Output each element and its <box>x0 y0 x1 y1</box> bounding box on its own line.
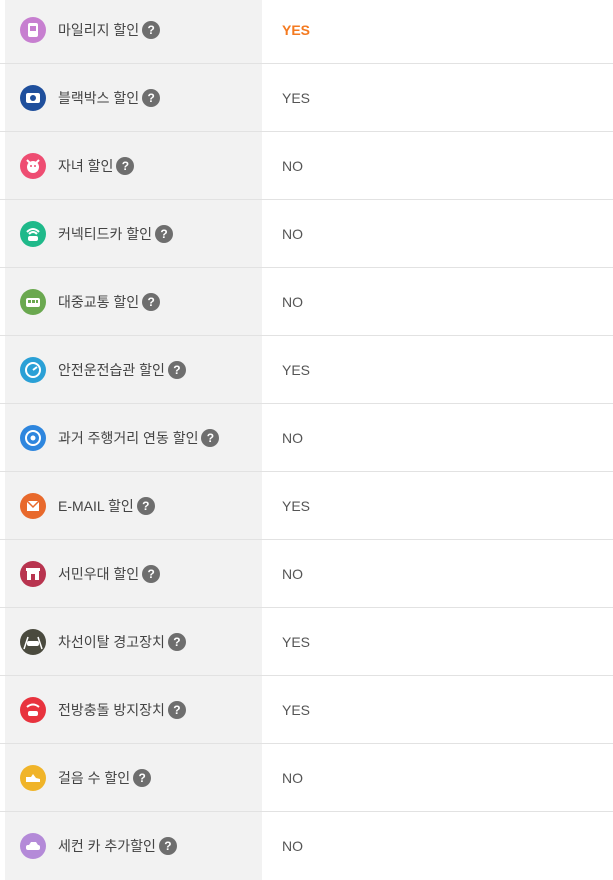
discount-value: NO <box>282 769 303 786</box>
discount-label-cell: 대중교통 할인 ? <box>5 268 262 335</box>
help-icon[interactable]: ? <box>167 700 186 719</box>
discount-value: YES <box>282 633 311 650</box>
help-icon[interactable]: ? <box>167 632 186 651</box>
discount-label: 대중교통 할인 <box>58 293 140 310</box>
bus-icon <box>20 288 46 315</box>
help-icon[interactable]: ? <box>116 156 135 175</box>
discount-value: YES <box>282 701 311 718</box>
discount-row: E-MAIL 할인 ? YES <box>0 472 613 540</box>
discount-value: YES <box>282 89 311 106</box>
speedometer-icon <box>20 356 46 383</box>
discount-value: YES <box>282 361 311 378</box>
discount-label: 세컨 카 추가할인 <box>58 838 156 854</box>
help-icon[interactable]: ? <box>136 496 155 515</box>
connected-car-icon <box>20 220 46 247</box>
help-icon[interactable]: ? <box>142 292 161 311</box>
discount-label-cell: 과거 주행거리 연동 할인 ? <box>5 404 262 471</box>
help-icon[interactable]: ? <box>167 360 186 379</box>
discount-row: 블랙박스 할인 ? YES <box>0 64 613 132</box>
discount-row: 서민우대 할인 ? NO <box>0 540 613 608</box>
email-icon <box>20 492 46 519</box>
discount-row: 과거 주행거리 연동 할인 ? NO <box>0 404 613 472</box>
discount-value: YES <box>282 21 311 38</box>
discount-value: NO <box>282 225 303 242</box>
help-icon[interactable]: ? <box>201 428 220 447</box>
help-icon[interactable]: ? <box>133 768 152 787</box>
discount-label: 자녀 할인 <box>58 157 114 174</box>
discount-value: NO <box>282 157 303 174</box>
discount-value: NO <box>282 838 303 854</box>
discount-value: NO <box>282 293 303 310</box>
shoe-icon <box>20 764 46 791</box>
discount-label-cell: 자녀 할인 ? <box>5 132 262 199</box>
store-icon <box>20 560 46 587</box>
discount-label: 걸음 수 할인 <box>58 769 131 786</box>
discount-row: 커넥티드카 할인 ? NO <box>0 200 613 268</box>
discount-value: NO <box>282 429 303 446</box>
discount-table: 마일리지 할인 ? YES 블랙박스 할인 ? YES 자녀 할인 ? NO 커… <box>0 0 613 880</box>
discount-label-cell: 커넥티드카 할인 ? <box>5 200 262 267</box>
discount-label: 차선이탈 경고장치 <box>58 633 165 650</box>
discount-label-cell: 전방충돌 방지장치 ? <box>5 676 262 743</box>
odometer-icon <box>20 424 46 451</box>
help-icon[interactable]: ? <box>155 224 174 243</box>
discount-row: 걸음 수 할인 ? NO <box>0 744 613 812</box>
discount-row: 안전운전습관 할인 ? YES <box>0 336 613 404</box>
discount-label-cell: 마일리지 할인 ? <box>5 0 262 63</box>
discount-value: YES <box>282 497 311 514</box>
discount-label: 서민우대 할인 <box>58 565 140 582</box>
help-icon[interactable]: ? <box>142 88 161 107</box>
help-icon[interactable]: ? <box>142 564 161 583</box>
child-icon <box>20 152 46 179</box>
discount-label-cell: 블랙박스 할인 ? <box>5 64 262 131</box>
discount-label-cell: 안전운전습관 할인 ? <box>5 336 262 403</box>
discount-row: 마일리지 할인 ? YES <box>0 0 613 64</box>
discount-label-cell: E-MAIL 할인 ? <box>5 472 262 539</box>
discount-label-cell: 서민우대 할인 ? <box>5 540 262 607</box>
discount-row: 자녀 할인 ? NO <box>0 132 613 200</box>
discount-label-cell: 걸음 수 할인 ? <box>5 744 262 811</box>
blackbox-icon <box>20 84 46 111</box>
help-icon[interactable]: ? <box>142 20 161 39</box>
discount-row: 차선이탈 경고장치 ? YES <box>0 608 613 676</box>
discount-label: 전방충돌 방지장치 <box>58 701 165 718</box>
discount-label-cell: 차선이탈 경고장치 ? <box>5 608 262 675</box>
discount-label: 블랙박스 할인 <box>58 89 140 106</box>
lane-departure-icon <box>20 628 46 655</box>
second-car-icon <box>20 833 46 859</box>
discount-value: NO <box>282 565 303 582</box>
collision-warning-icon <box>20 696 46 723</box>
discount-label: E-MAIL 할인 <box>58 497 134 514</box>
discount-label-cell: 세컨 카 추가할인 ? <box>5 812 262 880</box>
discount-label: 마일리지 할인 <box>58 21 140 38</box>
discount-row: 대중교통 할인 ? NO <box>0 268 613 336</box>
discount-row: 세컨 카 추가할인 ? NO <box>0 812 613 880</box>
discount-label: 안전운전습관 할인 <box>58 361 165 378</box>
discount-label: 커넥티드카 할인 <box>58 225 153 242</box>
discount-label: 과거 주행거리 연동 할인 <box>58 429 199 446</box>
mileage-icon <box>20 16 46 43</box>
help-icon[interactable]: ? <box>158 837 177 855</box>
discount-row: 전방충돌 방지장치 ? YES <box>0 676 613 744</box>
